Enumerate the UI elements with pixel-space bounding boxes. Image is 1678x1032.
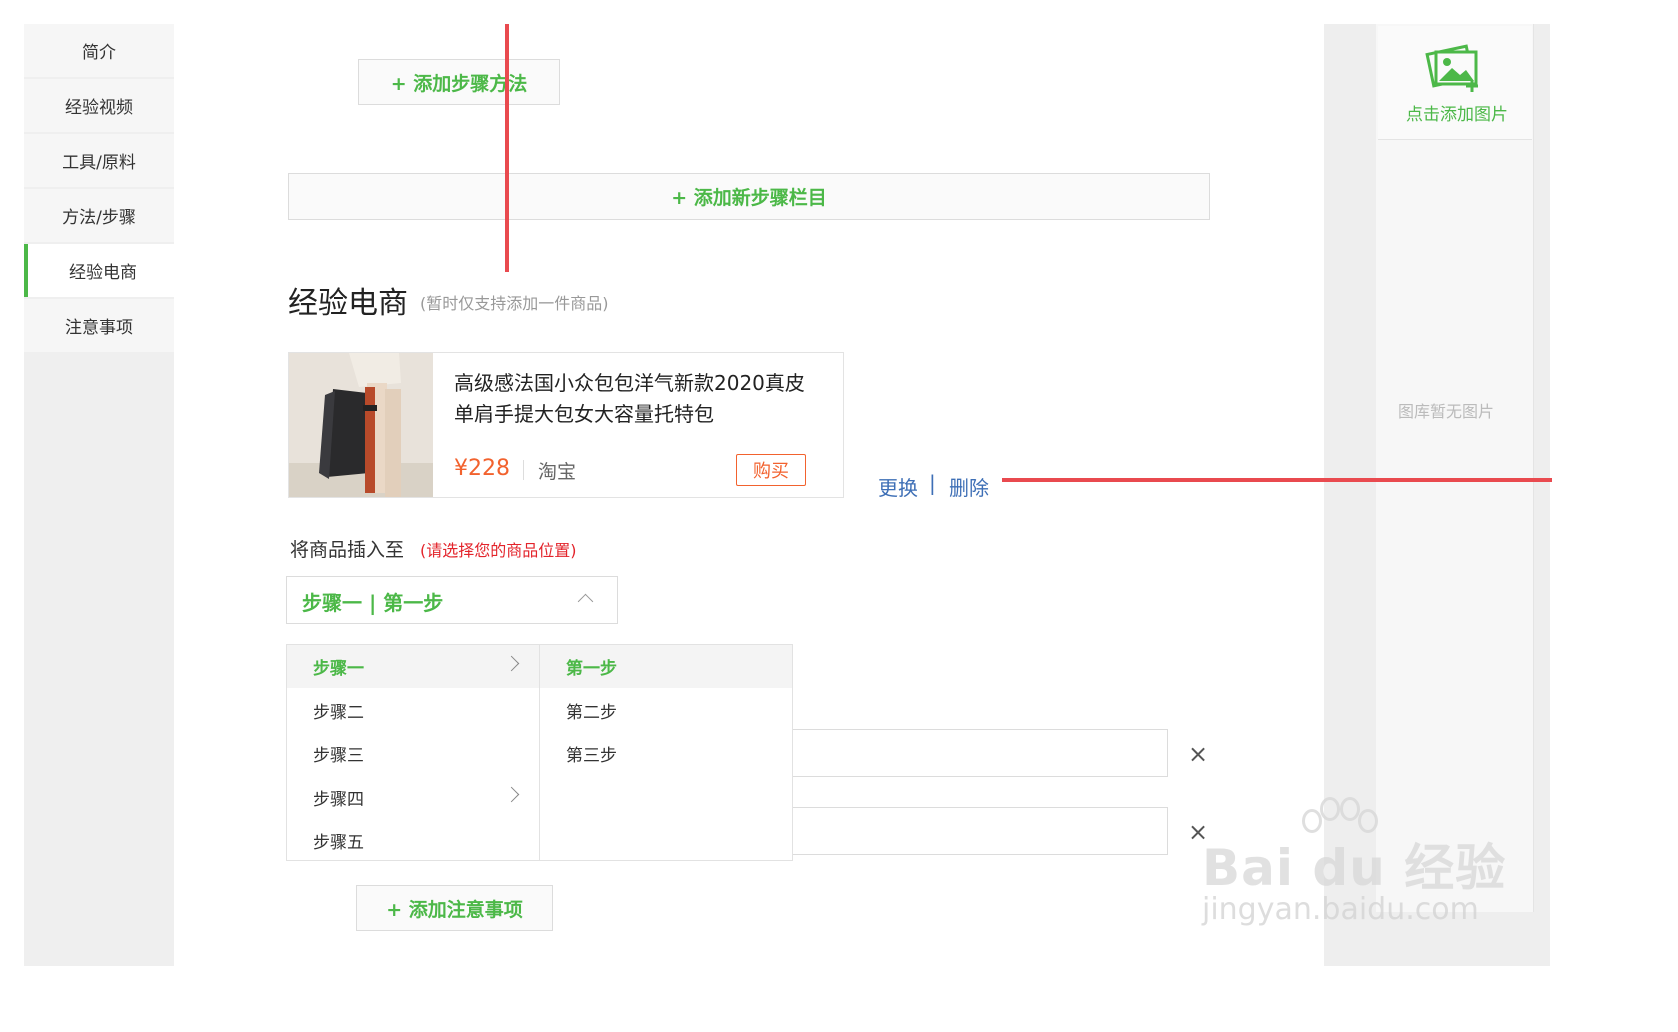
left-nav: 简介 经验视频 工具/原料 方法/步骤 经验电商 注意事项 — [24, 24, 178, 966]
nav-item-label: 工具/原料 — [62, 153, 136, 173]
dropdown-step-5[interactable]: 步骤五 — [287, 819, 539, 862]
dropdown-step-3[interactable]: 步骤三 — [287, 732, 539, 775]
dropdown-step-1[interactable]: 步骤一 — [287, 645, 539, 688]
insert-position-hint: (请选择您的商品位置) — [420, 541, 577, 560]
nav-item-label: 经验电商 — [69, 263, 137, 283]
nav-item-label: 简介 — [82, 43, 116, 63]
add-image-label: 点击添加图片 — [1406, 105, 1508, 125]
ecommerce-section-title: 经验电商 — [288, 286, 408, 321]
add-new-step-section-label: + 添加新步骤栏目 — [671, 187, 827, 209]
delete-product-link[interactable]: 删除 — [949, 472, 989, 501]
nav-item-intro[interactable]: 简介 — [24, 24, 174, 77]
add-notice-button[interactable]: + 添加注意事项 — [356, 885, 553, 931]
add-step-method-button[interactable]: + 添加步骤方法 — [358, 59, 560, 105]
nav-item-steps[interactable]: 方法/步骤 — [24, 189, 174, 242]
nav-item-notice[interactable]: 注意事项 — [24, 299, 174, 352]
annotation-line-horizontal — [1002, 478, 1552, 482]
insert-position-label: 将商品插入至 — [290, 539, 405, 561]
link-separator: | — [929, 471, 936, 495]
nav-item-tools[interactable]: 工具/原料 — [24, 134, 174, 187]
product-title[interactable]: 高级感法国小众包包洋气新款2020真皮单肩手提大包女大容量托特包 — [454, 368, 824, 430]
product-shop: 淘宝 — [538, 461, 577, 483]
chevron-right-icon — [503, 655, 520, 672]
dropdown-step-label: 步骤三 — [313, 746, 364, 766]
buy-button[interactable]: 购买 — [736, 454, 806, 486]
nav-item-video[interactable]: 经验视频 — [24, 79, 174, 132]
nav-item-label: 经验视频 — [65, 98, 133, 118]
dropdown-substep-label: 第三步 — [566, 746, 617, 766]
nav-item-label: 方法/步骤 — [62, 208, 136, 228]
product-price: ¥228 — [454, 456, 510, 481]
dropdown-step-label: 步骤二 — [313, 703, 364, 723]
add-new-step-section-button[interactable]: + 添加新步骤栏目 — [288, 173, 1210, 220]
remove-notice-1-icon[interactable]: × — [1188, 740, 1208, 768]
dropdown-step-2[interactable]: 步骤二 — [287, 689, 539, 732]
dropdown-substep-label: 第一步 — [566, 659, 617, 679]
ecommerce-section-subtitle: (暂时仅支持添加一件商品) — [420, 294, 609, 313]
dropdown-step-label: 步骤四 — [313, 790, 364, 810]
dropdown-substep-2[interactable]: 第二步 — [540, 689, 792, 732]
add-notice-label: + 添加注意事项 — [386, 898, 523, 921]
dropdown-substep-1[interactable]: 第一步 — [540, 645, 792, 688]
step-dropdown-column: 步骤一 步骤二 步骤三 步骤四 步骤五 — [286, 644, 540, 861]
notice-input-2[interactable] — [760, 807, 1168, 855]
gallery-column — [1376, 24, 1534, 912]
position-select-value: 步骤一 | 第一步 — [302, 591, 444, 615]
nav-item-ecommerce[interactable]: 经验电商 — [24, 244, 178, 297]
dropdown-substep-label: 第二步 — [566, 703, 617, 723]
nav-item-label: 注意事项 — [65, 318, 133, 338]
gallery-empty-text: 图库暂无图片 — [1398, 402, 1495, 421]
substep-dropdown-column: 第一步 第二步 第三步 — [539, 644, 793, 861]
dropdown-step-4[interactable]: 步骤四 — [287, 776, 539, 819]
watermark-logo: Bai du 经验 — [1202, 839, 1507, 897]
replace-product-link[interactable]: 更换 — [878, 472, 918, 501]
dropdown-step-label: 步骤五 — [313, 833, 364, 853]
chevron-right-icon — [503, 786, 520, 803]
buy-button-label: 购买 — [753, 461, 789, 482]
price-divider — [523, 460, 524, 480]
dropdown-step-label: 步骤一 — [313, 659, 364, 679]
product-image — [289, 353, 433, 497]
watermark-url: jingyan.baidu.com — [1202, 892, 1479, 927]
product-photo — [289, 353, 433, 497]
add-image-icon — [1425, 44, 1478, 92]
annotation-line-vertical — [505, 24, 509, 272]
notice-input-1[interactable] — [760, 729, 1168, 777]
dropdown-substep-3[interactable]: 第三步 — [540, 732, 792, 775]
